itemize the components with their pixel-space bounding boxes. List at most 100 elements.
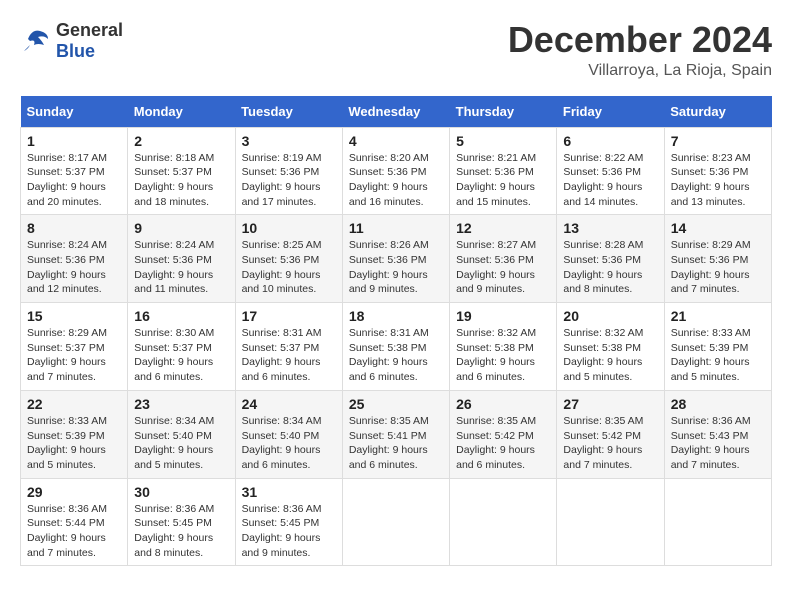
weekday-header-monday: Monday — [128, 96, 235, 128]
cell-day-number: 15 — [27, 308, 121, 324]
calendar-cell — [557, 478, 664, 566]
cell-day-number: 29 — [27, 484, 121, 500]
cell-day-number: 31 — [242, 484, 336, 500]
cell-day-number: 13 — [563, 220, 657, 236]
cell-info: Sunrise: 8:24 AMSunset: 5:36 PMDaylight:… — [27, 238, 121, 297]
cell-info: Sunrise: 8:21 AMSunset: 5:36 PMDaylight:… — [456, 151, 550, 210]
calendar-cell: 3 Sunrise: 8:19 AMSunset: 5:36 PMDaylight… — [235, 127, 342, 215]
cell-day-number: 19 — [456, 308, 550, 324]
logo-general: General — [56, 20, 123, 40]
cell-info: Sunrise: 8:31 AMSunset: 5:38 PMDaylight:… — [349, 326, 443, 385]
cell-info: Sunrise: 8:34 AMSunset: 5:40 PMDaylight:… — [242, 414, 336, 473]
calendar-cell — [342, 478, 449, 566]
weekday-header-thursday: Thursday — [450, 96, 557, 128]
cell-day-number: 18 — [349, 308, 443, 324]
cell-info: Sunrise: 8:24 AMSunset: 5:36 PMDaylight:… — [134, 238, 228, 297]
calendar-cell: 29 Sunrise: 8:36 AMSunset: 5:44 PMDayligh… — [21, 478, 128, 566]
logo-graphic — [20, 25, 52, 58]
cell-info: Sunrise: 8:34 AMSunset: 5:40 PMDaylight:… — [134, 414, 228, 473]
cell-day-number: 8 — [27, 220, 121, 236]
calendar-cell: 27 Sunrise: 8:35 AMSunset: 5:42 PMDayligh… — [557, 390, 664, 478]
cell-info: Sunrise: 8:32 AMSunset: 5:38 PMDaylight:… — [456, 326, 550, 385]
cell-info: Sunrise: 8:27 AMSunset: 5:36 PMDaylight:… — [456, 238, 550, 297]
calendar-cell: 6Sunrise: 8:22 AMSunset: 5:36 PMDaylight… — [557, 127, 664, 215]
cell-info: Sunrise: 8:25 AMSunset: 5:36 PMDaylight:… — [242, 238, 336, 297]
cell-day-number: 17 — [242, 308, 336, 324]
week-row-3: 15 Sunrise: 8:29 AMSunset: 5:37 PMDayligh… — [21, 303, 772, 391]
week-row-5: 29 Sunrise: 8:36 AMSunset: 5:44 PMDayligh… — [21, 478, 772, 566]
calendar-cell: 25 Sunrise: 8:35 AMSunset: 5:41 PMDayligh… — [342, 390, 449, 478]
calendar-cell: 21Sunrise: 8:33 AMSunset: 5:39 PMDayligh… — [664, 303, 771, 391]
calendar-cell: 14Sunrise: 8:29 AMSunset: 5:36 PMDayligh… — [664, 215, 771, 303]
cell-info: Sunrise: 8:35 AMSunset: 5:42 PMDaylight:… — [456, 414, 550, 473]
cell-info: Sunrise: 8:18 AMSunset: 5:37 PMDaylight:… — [134, 151, 228, 210]
cell-info: Sunrise: 8:36 AMSunset: 5:45 PMDaylight:… — [134, 502, 228, 561]
cell-info: Sunrise: 8:17 AMSunset: 5:37 PMDaylight:… — [27, 151, 121, 210]
calendar-cell: 4Sunrise: 8:20 AMSunset: 5:36 PMDaylight… — [342, 127, 449, 215]
cell-day-number: 2 — [134, 133, 228, 149]
calendar-cell: 18 Sunrise: 8:31 AMSunset: 5:38 PMDayligh… — [342, 303, 449, 391]
cell-day-number: 23 — [134, 396, 228, 412]
calendar-cell: 30 Sunrise: 8:36 AMSunset: 5:45 PMDayligh… — [128, 478, 235, 566]
calendar-cell: 20 Sunrise: 8:32 AMSunset: 5:38 PMDayligh… — [557, 303, 664, 391]
cell-info: Sunrise: 8:30 AMSunset: 5:37 PMDaylight:… — [134, 326, 228, 385]
page-header: General Blue December 2024 Villarroya, L… — [20, 20, 772, 80]
weekday-header-row: SundayMondayTuesdayWednesdayThursdayFrid… — [21, 96, 772, 128]
calendar-cell: 31 Sunrise: 8:36 AMSunset: 5:45 PMDayligh… — [235, 478, 342, 566]
cell-day-number: 11 — [349, 220, 443, 236]
logo-blue: Blue — [56, 41, 95, 61]
calendar-cell: 13Sunrise: 8:28 AMSunset: 5:36 PMDayligh… — [557, 215, 664, 303]
cell-info: Sunrise: 8:33 AMSunset: 5:39 PMDaylight:… — [671, 326, 765, 385]
week-row-4: 22 Sunrise: 8:33 AMSunset: 5:39 PMDayligh… — [21, 390, 772, 478]
cell-info: Sunrise: 8:31 AMSunset: 5:37 PMDaylight:… — [242, 326, 336, 385]
weekday-header-wednesday: Wednesday — [342, 96, 449, 128]
cell-info: Sunrise: 8:36 AMSunset: 5:45 PMDaylight:… — [242, 502, 336, 561]
calendar-cell: 10 Sunrise: 8:25 AMSunset: 5:36 PMDayligh… — [235, 215, 342, 303]
calendar-cell: 22 Sunrise: 8:33 AMSunset: 5:39 PMDayligh… — [21, 390, 128, 478]
cell-day-number: 9 — [134, 220, 228, 236]
calendar-cell: 9 Sunrise: 8:24 AMSunset: 5:36 PMDaylight… — [128, 215, 235, 303]
cell-day-number: 25 — [349, 396, 443, 412]
cell-day-number: 7 — [671, 133, 765, 149]
week-row-1: 1 Sunrise: 8:17 AMSunset: 5:37 PMDaylight… — [21, 127, 772, 215]
cell-info: Sunrise: 8:19 AMSunset: 5:36 PMDaylight:… — [242, 151, 336, 210]
cell-day-number: 1 — [27, 133, 121, 149]
cell-day-number: 27 — [563, 396, 657, 412]
cell-info: Sunrise: 8:36 AMSunset: 5:44 PMDaylight:… — [27, 502, 121, 561]
logo: General Blue — [20, 20, 123, 62]
cell-day-number: 26 — [456, 396, 550, 412]
cell-day-number: 16 — [134, 308, 228, 324]
cell-day-number: 22 — [27, 396, 121, 412]
cell-info: Sunrise: 8:35 AMSunset: 5:42 PMDaylight:… — [563, 414, 657, 473]
location-title: Villarroya, La Rioja, Spain — [508, 62, 772, 80]
cell-info: Sunrise: 8:20 AMSunset: 5:36 PMDaylight:… — [349, 151, 443, 210]
cell-info: Sunrise: 8:33 AMSunset: 5:39 PMDaylight:… — [27, 414, 121, 473]
calendar-table: SundayMondayTuesdayWednesdayThursdayFrid… — [20, 96, 772, 567]
cell-info: Sunrise: 8:29 AMSunset: 5:37 PMDaylight:… — [27, 326, 121, 385]
calendar-cell: 17 Sunrise: 8:31 AMSunset: 5:37 PMDayligh… — [235, 303, 342, 391]
weekday-header-saturday: Saturday — [664, 96, 771, 128]
calendar-cell: 12 Sunrise: 8:27 AMSunset: 5:36 PMDayligh… — [450, 215, 557, 303]
cell-day-number: 20 — [563, 308, 657, 324]
cell-info: Sunrise: 8:23 AMSunset: 5:36 PMDaylight:… — [671, 151, 765, 210]
cell-day-number: 3 — [242, 133, 336, 149]
calendar-cell: 23 Sunrise: 8:34 AMSunset: 5:40 PMDayligh… — [128, 390, 235, 478]
cell-day-number: 30 — [134, 484, 228, 500]
calendar-cell: 28Sunrise: 8:36 AMSunset: 5:43 PMDayligh… — [664, 390, 771, 478]
calendar-cell: 2 Sunrise: 8:18 AMSunset: 5:37 PMDaylight… — [128, 127, 235, 215]
cell-info: Sunrise: 8:35 AMSunset: 5:41 PMDaylight:… — [349, 414, 443, 473]
calendar-cell: 26 Sunrise: 8:35 AMSunset: 5:42 PMDayligh… — [450, 390, 557, 478]
cell-day-number: 10 — [242, 220, 336, 236]
calendar-cell: 8 Sunrise: 8:24 AMSunset: 5:36 PMDaylight… — [21, 215, 128, 303]
calendar-cell: 1 Sunrise: 8:17 AMSunset: 5:37 PMDaylight… — [21, 127, 128, 215]
cell-day-number: 14 — [671, 220, 765, 236]
cell-info: Sunrise: 8:32 AMSunset: 5:38 PMDaylight:… — [563, 326, 657, 385]
cell-day-number: 6 — [563, 133, 657, 149]
calendar-cell: 15 Sunrise: 8:29 AMSunset: 5:37 PMDayligh… — [21, 303, 128, 391]
weekday-header-friday: Friday — [557, 96, 664, 128]
calendar-cell: 5Sunrise: 8:21 AMSunset: 5:36 PMDaylight… — [450, 127, 557, 215]
week-row-2: 8 Sunrise: 8:24 AMSunset: 5:36 PMDaylight… — [21, 215, 772, 303]
cell-day-number: 12 — [456, 220, 550, 236]
calendar-cell: 7 Sunrise: 8:23 AMSunset: 5:36 PMDaylight… — [664, 127, 771, 215]
title-area: December 2024 Villarroya, La Rioja, Spai… — [508, 20, 772, 80]
